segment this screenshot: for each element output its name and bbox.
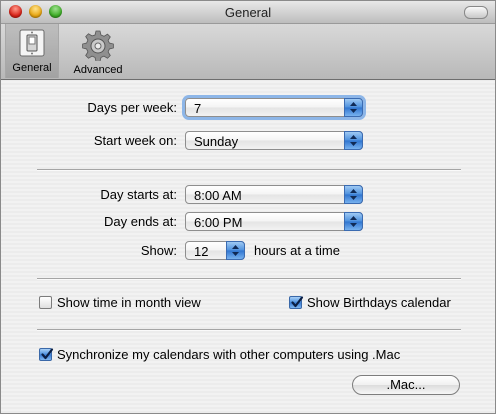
show-hours-popup[interactable]: 12 bbox=[185, 241, 245, 260]
start-week-on-value: Sunday bbox=[194, 134, 239, 149]
days-per-week-value: 7 bbox=[194, 101, 202, 116]
popup-arrows-icon bbox=[344, 131, 363, 150]
checkmark-icon bbox=[41, 348, 54, 360]
popup-arrows-icon bbox=[344, 212, 363, 231]
show-hours-value: 12 bbox=[194, 244, 209, 259]
days-per-week-label: Days per week: bbox=[87, 100, 177, 115]
preferences-window: General General Advanced Days per week: … bbox=[0, 0, 496, 414]
show-birthdays-checkbox[interactable] bbox=[289, 296, 304, 309]
day-ends-at-label: Day ends at: bbox=[104, 214, 177, 229]
sync-mac-checkbox[interactable] bbox=[39, 348, 54, 361]
popup-arrows-icon bbox=[344, 185, 363, 204]
tab-advanced[interactable]: Advanced bbox=[67, 26, 129, 76]
show-birthdays-label: Show Birthdays calendar bbox=[307, 295, 451, 310]
day-starts-at-popup[interactable]: 8:00 AM bbox=[185, 185, 363, 204]
tab-advanced-label: Advanced bbox=[73, 64, 123, 76]
popup-arrows-icon bbox=[226, 241, 245, 260]
hours-suffix-label: hours at a time bbox=[254, 243, 340, 258]
light-switch-icon bbox=[19, 29, 45, 57]
mac-button[interactable]: .Mac... bbox=[352, 375, 460, 395]
divider bbox=[37, 278, 461, 280]
checkmark-icon bbox=[291, 296, 304, 308]
title-bar[interactable]: General bbox=[1, 1, 495, 24]
divider bbox=[37, 329, 461, 331]
start-week-on-popup[interactable]: Sunday bbox=[185, 131, 363, 150]
window-title: General bbox=[224, 5, 272, 20]
start-week-on-label: Start week on: bbox=[93, 133, 177, 148]
day-ends-at-value: 6:00 PM bbox=[194, 215, 243, 230]
day-starts-at-value: 8:00 AM bbox=[194, 188, 242, 203]
day-starts-at-label: Day starts at: bbox=[100, 187, 177, 202]
gear-icon bbox=[82, 30, 114, 61]
show-time-month-checkbox[interactable] bbox=[39, 296, 52, 309]
divider bbox=[37, 169, 461, 171]
tab-general-label: General bbox=[12, 62, 52, 74]
show-time-month-label: Show time in month view bbox=[57, 295, 201, 310]
popup-arrows-icon bbox=[344, 98, 363, 117]
tab-general[interactable]: General bbox=[5, 24, 59, 78]
sync-mac-label: Synchronize my calendars with other comp… bbox=[57, 347, 401, 362]
toolbar-toggle-button[interactable] bbox=[464, 6, 488, 19]
toolbar: General Advanced bbox=[1, 24, 495, 80]
show-label: Show: bbox=[140, 243, 177, 258]
days-per-week-popup[interactable]: 7 bbox=[185, 98, 363, 117]
day-ends-at-popup[interactable]: 6:00 PM bbox=[185, 212, 363, 231]
